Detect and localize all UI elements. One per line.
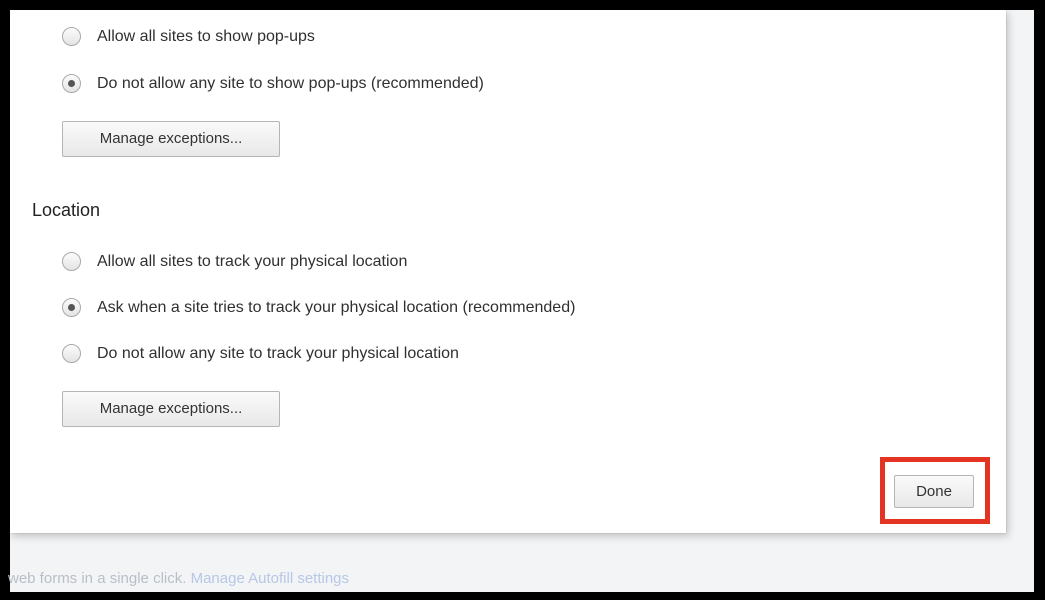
radio-button[interactable] [62, 252, 81, 271]
content-settings-dialog: Allow all sites to show pop-ups Do not a… [10, 10, 1006, 533]
radio-label: Allow all sites to show pop-ups [97, 27, 315, 45]
manage-autofill-link[interactable]: Manage Autofill settings [191, 570, 349, 587]
location-section-title: Location [32, 200, 101, 220]
autofill-text: web forms in a single click. [8, 570, 187, 587]
autofill-description: web forms in a single click. Manage Auto… [8, 570, 349, 587]
location-option-ask[interactable]: Ask when a site tries to track your phys… [62, 298, 575, 317]
radio-button-selected[interactable] [62, 74, 81, 93]
radio-label: Allow all sites to track your physical l… [97, 252, 408, 270]
location-option-allow[interactable]: Allow all sites to track your physical l… [62, 252, 407, 271]
popups-option-block[interactable]: Do not allow any site to show pop-ups (r… [62, 74, 484, 93]
done-button[interactable]: Done [894, 475, 974, 508]
radio-button-selected[interactable] [62, 298, 81, 317]
radio-button[interactable] [62, 27, 81, 46]
radio-label: Ask when a site tries to track your phys… [97, 298, 576, 316]
popups-manage-exceptions-button[interactable]: Manage exceptions... [62, 121, 280, 157]
radio-button[interactable] [62, 344, 81, 363]
location-manage-exceptions-button[interactable]: Manage exceptions... [62, 391, 280, 427]
popups-option-allow[interactable]: Allow all sites to show pop-ups [62, 27, 315, 46]
location-option-block[interactable]: Do not allow any site to track your phys… [62, 344, 459, 363]
radio-label: Do not allow any site to track your phys… [97, 344, 459, 362]
radio-label: Do not allow any site to show pop-ups (r… [97, 74, 484, 92]
